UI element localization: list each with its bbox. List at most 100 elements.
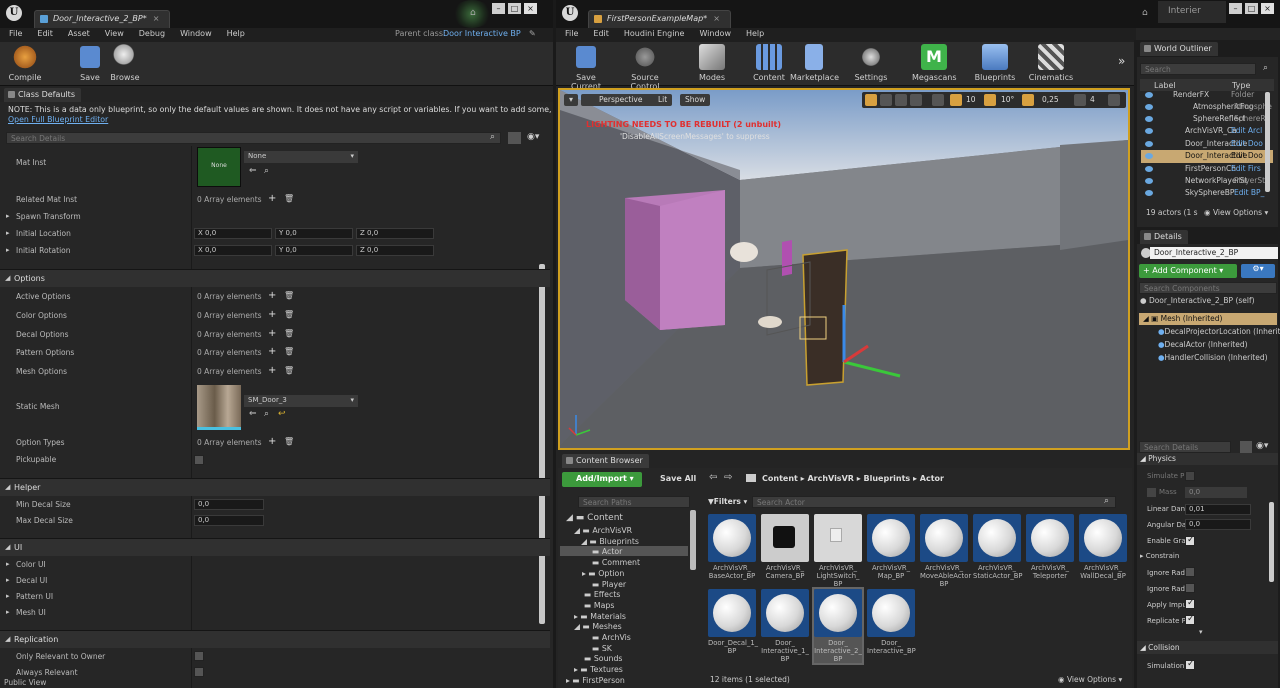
- add-element-icon[interactable]: +: [268, 290, 276, 301]
- tree-archvis[interactable]: ▬ ArchVis: [592, 633, 631, 642]
- trash-icon[interactable]: 🗑: [284, 347, 294, 356]
- always-relevant-checkbox[interactable]: [194, 667, 204, 677]
- scale-tool-icon[interactable]: [895, 94, 907, 106]
- add-element-icon[interactable]: +: [268, 436, 276, 447]
- translate-tool-icon[interactable]: [865, 94, 877, 106]
- linear-damping-field[interactable]: 0,01: [1185, 504, 1251, 515]
- tree-materials[interactable]: ▸ ▬ Materials: [574, 612, 626, 621]
- asset-tile[interactable]: ArchVisVR_ MoveAbleActor BP: [920, 514, 971, 588]
- rotation-snap-icon[interactable]: [984, 94, 996, 106]
- world-outliner-tab[interactable]: World Outliner: [1140, 42, 1218, 56]
- save-current-button[interactable]: Save Current: [560, 44, 612, 91]
- asset-tile[interactable]: Door_ Interactive_BP: [867, 589, 916, 655]
- menu-window[interactable]: Window: [690, 28, 737, 38]
- asset-tile[interactable]: ArchVisVR_ BaseActor_BP: [708, 514, 756, 580]
- search-details-right-input[interactable]: Search Details: [1139, 441, 1231, 453]
- angular-damping-field[interactable]: 0,0: [1185, 519, 1251, 530]
- minimize-icon[interactable]: –: [1229, 3, 1242, 14]
- asset-tile[interactable]: Door_ Interactive_1_ BP: [761, 589, 809, 663]
- viewport-options-button[interactable]: ▾: [564, 94, 578, 106]
- asset-tile[interactable]: ArchVisVR_ StaticActor_BP: [973, 514, 1022, 580]
- add-component-button[interactable]: + Add Component ▾: [1139, 264, 1237, 278]
- outliner-search-input[interactable]: Search: [1140, 63, 1256, 75]
- property-matrix-icon[interactable]: [508, 132, 521, 144]
- use-selected-arrow-icon[interactable]: ⇐: [249, 166, 257, 176]
- helper-section[interactable]: ◢ Helper: [0, 478, 550, 496]
- trash-icon[interactable]: 🗑: [284, 310, 294, 319]
- mesh-component-selected[interactable]: ◢ ▣ Mesh (Inherited): [1139, 313, 1277, 325]
- mat-inst-thumbnail[interactable]: None: [197, 147, 241, 187]
- tree-sk[interactable]: ▬ SK: [592, 644, 612, 653]
- help-icon[interactable]: ⌂: [1142, 8, 1148, 18]
- tree-player[interactable]: ▬ Player: [592, 580, 626, 589]
- visibility-eye-icon[interactable]: [1145, 104, 1153, 110]
- rotation-x-field[interactable]: X 0,0: [194, 245, 272, 256]
- visibility-eye-icon[interactable]: [1145, 178, 1153, 184]
- save-all-button[interactable]: Save All: [648, 472, 696, 487]
- scale-snap-value[interactable]: 0,25: [1042, 95, 1059, 104]
- grid-snap-value[interactable]: 10: [966, 95, 976, 104]
- constraints-row[interactable]: ▸ Constrain: [1140, 552, 1179, 560]
- wrench-icon[interactable]: ✎: [529, 28, 536, 38]
- enable-gravity-checkbox[interactable]: [1185, 535, 1195, 546]
- marketplace-button[interactable]: Marketplace: [790, 44, 839, 82]
- close-tab-icon[interactable]: ×: [153, 14, 160, 23]
- class-defaults-tab[interactable]: Class Defaults: [4, 88, 81, 102]
- menu-houdini[interactable]: Houdini Engine: [615, 28, 691, 38]
- only-relevant-checkbox[interactable]: [194, 651, 204, 661]
- tree-firstperson[interactable]: ▸ ▬ FirstPerson: [566, 676, 625, 685]
- spawn-transform-row[interactable]: ▸ Spawn Transform: [0, 208, 540, 226]
- replicate-physics-checkbox[interactable]: [1185, 614, 1195, 625]
- simulate-physics-checkbox[interactable]: [1185, 471, 1195, 481]
- megascans-button[interactable]: M Megascans: [912, 44, 957, 82]
- collision-section[interactable]: ◢ Collision: [1137, 641, 1278, 654]
- surface-snap-icon[interactable]: [932, 94, 944, 106]
- tree-scrollbar[interactable]: [690, 510, 696, 570]
- min-decal-field[interactable]: 0,0: [194, 499, 264, 510]
- outliner-row-selected[interactable]: Door_Interactive Edit Doo: [1141, 150, 1273, 163]
- asset-tile[interactable]: ArchVisVR_ Teleporter: [1026, 514, 1074, 580]
- details-tab[interactable]: Details: [1140, 230, 1188, 244]
- tree-sounds[interactable]: ▬ Sounds: [584, 654, 622, 663]
- use-selected-arrow-icon[interactable]: ⇐: [249, 409, 257, 419]
- minimize-icon[interactable]: –: [492, 3, 505, 14]
- level-viewport[interactable]: ▾ Perspective Lit Show LIGHTING NEEDS TO…: [558, 88, 1130, 450]
- lit-button[interactable]: Lit: [644, 94, 673, 106]
- physics-section[interactable]: ◢ Physics: [1137, 453, 1278, 465]
- location-z-field[interactable]: Z 0,0: [356, 228, 434, 239]
- show-button[interactable]: Show: [680, 94, 711, 106]
- filters-button[interactable]: ▼Filters ▾: [708, 497, 747, 506]
- outliner-scrollbar[interactable]: [1265, 92, 1270, 192]
- back-arrow-icon[interactable]: ⇦: [709, 472, 717, 483]
- menu-help[interactable]: Help: [737, 28, 770, 38]
- actor-name-field[interactable]: Door_Interactive_2_BP: [1150, 247, 1278, 259]
- eye-icon[interactable]: ◉▾: [1256, 441, 1268, 451]
- perspective-button[interactable]: Perspective: [581, 94, 648, 106]
- tree-textures[interactable]: ▸ ▬ Textures: [574, 665, 623, 674]
- browse-asset-icon[interactable]: ⌕: [264, 166, 269, 176]
- menu-edit[interactable]: Edit: [28, 28, 59, 38]
- blueprint-doc-tab[interactable]: Door_Interactive_2_BP* ×: [34, 10, 171, 28]
- mass-override-checkbox[interactable]: [1147, 488, 1156, 497]
- reset-default-icon[interactable]: ↩: [278, 409, 286, 419]
- search-components-input[interactable]: Search Components: [1139, 282, 1277, 294]
- mat-inst-dropdown[interactable]: None ▾: [244, 151, 358, 163]
- open-full-editor-link[interactable]: Open Full Blueprint Editor: [8, 115, 108, 124]
- trash-icon[interactable]: 🗑: [284, 329, 294, 338]
- map-doc-tab[interactable]: FirstPersonExampleMap* ×: [588, 10, 731, 28]
- asset-tile[interactable]: ArchVisVR_ Map_BP: [867, 514, 915, 580]
- camera-speed-value[interactable]: 4: [1090, 95, 1095, 104]
- save-button[interactable]: Save: [76, 44, 104, 82]
- menu-edit[interactable]: Edit: [584, 28, 615, 38]
- grid-snap-icon[interactable]: [950, 94, 962, 106]
- modes-button[interactable]: Modes: [694, 44, 730, 82]
- visibility-eye-icon[interactable]: [1145, 153, 1153, 159]
- close-window-icon[interactable]: ×: [524, 3, 537, 14]
- asset-tile[interactable]: ArchVisVR_ WallDecal_BP: [1079, 514, 1127, 580]
- menu-help[interactable]: Help: [218, 28, 251, 38]
- rotate-tool-icon[interactable]: [880, 94, 892, 106]
- source-control-button[interactable]: Source Control: [616, 44, 674, 91]
- static-mesh-dropdown[interactable]: SM_Door_3 ▾: [244, 395, 358, 407]
- visibility-eye-icon[interactable]: [1145, 92, 1153, 98]
- ui-section[interactable]: ◢ UI: [0, 538, 550, 556]
